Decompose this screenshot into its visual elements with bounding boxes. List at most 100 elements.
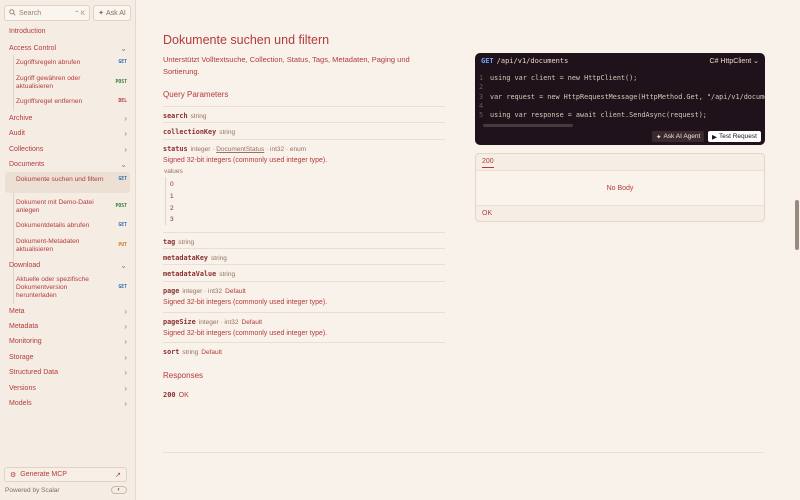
generate-mcp-button[interactable]: ⚙ Generate MCP ↗ <box>4 467 127 482</box>
search-input[interactable]: Search ⌃ K <box>4 5 90 21</box>
method-badge: GET <box>118 285 127 290</box>
sidebar-item-audit[interactable]: Audit › <box>4 129 127 138</box>
param-default: Default <box>241 319 263 326</box>
chevron-down-icon: ⌄ <box>120 160 127 169</box>
param-name: metadataValue <box>163 270 217 278</box>
enum-value: 3 <box>170 216 174 223</box>
sidebar: Search ⌃ K ✦ Ask AI Introduction Access … <box>0 0 136 500</box>
code-line: 5 using var response = await client.SendA… <box>479 111 707 119</box>
chevron-right-icon: › <box>124 129 127 138</box>
test-request-label: Test Request <box>719 133 757 140</box>
sidebar-item-metadata[interactable]: Metadata › <box>4 322 127 331</box>
chevron-right-icon: › <box>124 307 127 316</box>
responses-heading: Responses <box>163 371 204 380</box>
type-link[interactable]: DocumentStatus <box>216 146 264 153</box>
sidebar-item-monitoring[interactable]: Monitoring › <box>4 337 127 346</box>
sidebar-item-zugriffsregel-entfernen[interactable]: Zugriffsregel entfernen DEL <box>16 98 127 106</box>
response-text: OK <box>178 392 189 399</box>
sidebar-item-zugriff-gewaehren[interactable]: Zugriff gewähren oder aktualisieren POST <box>16 75 127 91</box>
param-type: string <box>211 255 227 262</box>
response-body: No Body <box>476 170 764 206</box>
param-type: string <box>219 129 236 136</box>
sidebar-item-label: Archive <box>9 115 33 122</box>
sidebar-item-label: Collections <box>9 146 44 153</box>
sidebar-item-label: Aktuelle oder spezifische Dokumentversio… <box>16 276 89 299</box>
chevron-right-icon: › <box>124 384 127 393</box>
sidebar-item-label: Audit <box>9 130 25 137</box>
param-type: integer · DocumentStatus · int32 · enum <box>191 146 307 153</box>
method-badge: GET <box>118 177 127 182</box>
sidebar-item-version-herunterladen[interactable]: Aktuelle oder spezifische Dokumentversio… <box>16 276 127 300</box>
test-request-button[interactable]: ▶ Test Request <box>708 131 761 142</box>
response-row[interactable]: 200 OK <box>163 391 189 399</box>
code-header: GET /api/v1/documents C# HttpClient ⌄ <box>475 53 765 68</box>
sidebar-item-storage[interactable]: Storage › <box>4 353 127 362</box>
code-text: using var client = new HttpClient(); <box>490 74 638 82</box>
sidebar-item-metadaten-aktualisieren[interactable]: Dokument-Metadaten aktualisieren PUT <box>16 238 127 254</box>
code-scrollbar[interactable] <box>483 124 573 127</box>
sidebar-item-documents[interactable]: Documents ⌄ <box>4 160 127 169</box>
param-type: string <box>182 349 199 356</box>
tree-line <box>165 177 166 225</box>
param-status: status integer · DocumentStatus · int32 ·… <box>163 139 445 164</box>
ask-ai-button[interactable]: ✦ Ask AI <box>93 5 131 21</box>
language-select[interactable]: C# HttpClient ⌄ <box>710 57 759 65</box>
param-name: search <box>163 112 188 120</box>
sidebar-item-label: Monitoring <box>9 338 42 345</box>
query-parameters-heading: Query Parameters <box>163 90 229 99</box>
param-name: page <box>163 287 180 295</box>
generate-mcp-label: Generate MCP <box>20 471 67 478</box>
sidebar-item-label: Structured Data <box>9 369 59 376</box>
ask-ai-agent-button[interactable]: ✦ Ask AI Agent <box>652 131 705 142</box>
sidebar-item-dokument-anlegen[interactable]: Dokument mit Demo-Datei anlegen POST <box>16 199 127 215</box>
param-description: Signed 32-bit integers (commonly used in… <box>163 157 328 164</box>
sidebar-item-introduction[interactable]: Introduction <box>4 28 127 35</box>
param-type: integer · int32 <box>182 288 223 295</box>
type-prefix: integer · <box>190 146 217 153</box>
param-tag: tag string <box>163 232 445 246</box>
sidebar-item-structured-data[interactable]: Structured Data › <box>4 368 127 377</box>
sidebar-item-label: Zugriffsregel entfernen <box>16 98 83 105</box>
code-text: using var response = await client.SendAs… <box>490 111 707 119</box>
sidebar-item-collections[interactable]: Collections › <box>4 145 127 154</box>
sparkle-icon: ✦ <box>98 10 105 17</box>
param-pagesize: pageSize integer · int32 Default Signed 32… <box>163 312 445 337</box>
powered-by: Powered by Scalar ◐ <box>5 486 127 494</box>
method-badge: DEL <box>118 99 127 104</box>
external-link-icon: ↗ <box>115 471 121 479</box>
param-default: Default <box>201 349 222 356</box>
sidebar-item-dokumentdetails[interactable]: Dokumentdetails abrufen GET <box>16 222 127 230</box>
mcp-icon: ⚙ <box>10 471 17 479</box>
response-status: OK <box>482 210 493 217</box>
sidebar-item-access-control[interactable]: Access Control ⌄ <box>4 44 127 53</box>
chevron-right-icon: › <box>124 322 127 331</box>
tree-line <box>13 272 14 304</box>
chevron-right-icon: › <box>124 368 127 377</box>
chevron-right-icon: › <box>124 399 127 408</box>
sidebar-item-zugriffsregeln-abrufen[interactable]: Zugriffsregeln abrufen GET <box>16 59 127 67</box>
theme-toggle[interactable]: ◐ <box>111 486 127 494</box>
endpoint-path: /api/v1/documents <box>496 56 569 65</box>
method-badge: GET <box>118 60 127 65</box>
tree-line <box>13 55 14 111</box>
response-tab-200[interactable]: 200 <box>482 158 494 168</box>
search-icon <box>9 8 16 18</box>
param-description: Signed 32-bit integers (commonly used in… <box>163 330 328 337</box>
search-shortcut: ⌃ K <box>74 10 85 17</box>
language-label: C# HttpClient <box>709 57 752 65</box>
param-page: page integer · int32 Default Signed 32-bit… <box>163 281 445 306</box>
sidebar-item-download[interactable]: Download ⌄ <box>4 261 127 270</box>
page-scrollbar[interactable] <box>795 200 799 250</box>
sidebar-item-models[interactable]: Models › <box>4 399 127 408</box>
sidebar-item-versions[interactable]: Versions › <box>4 384 127 393</box>
sidebar-item-label: Zugriffsregeln abrufen <box>16 59 81 66</box>
sidebar-item-label: Dokumente suchen und filtern <box>16 176 104 183</box>
powered-by-label[interactable]: Powered by Scalar <box>5 487 60 494</box>
sidebar-item-meta[interactable]: Meta › <box>4 307 127 316</box>
sidebar-item-archive[interactable]: Archive › <box>4 114 127 123</box>
param-type: string <box>219 271 236 278</box>
sidebar-item-dokumente-suchen[interactable]: Dokumente suchen und filtern GET <box>16 176 127 184</box>
param-name: pageSize <box>163 318 196 326</box>
sidebar-item-label: Dokument mit Demo-Datei anlegen <box>16 199 94 214</box>
param-description: Signed 32-bit integers (commonly used in… <box>163 299 328 306</box>
